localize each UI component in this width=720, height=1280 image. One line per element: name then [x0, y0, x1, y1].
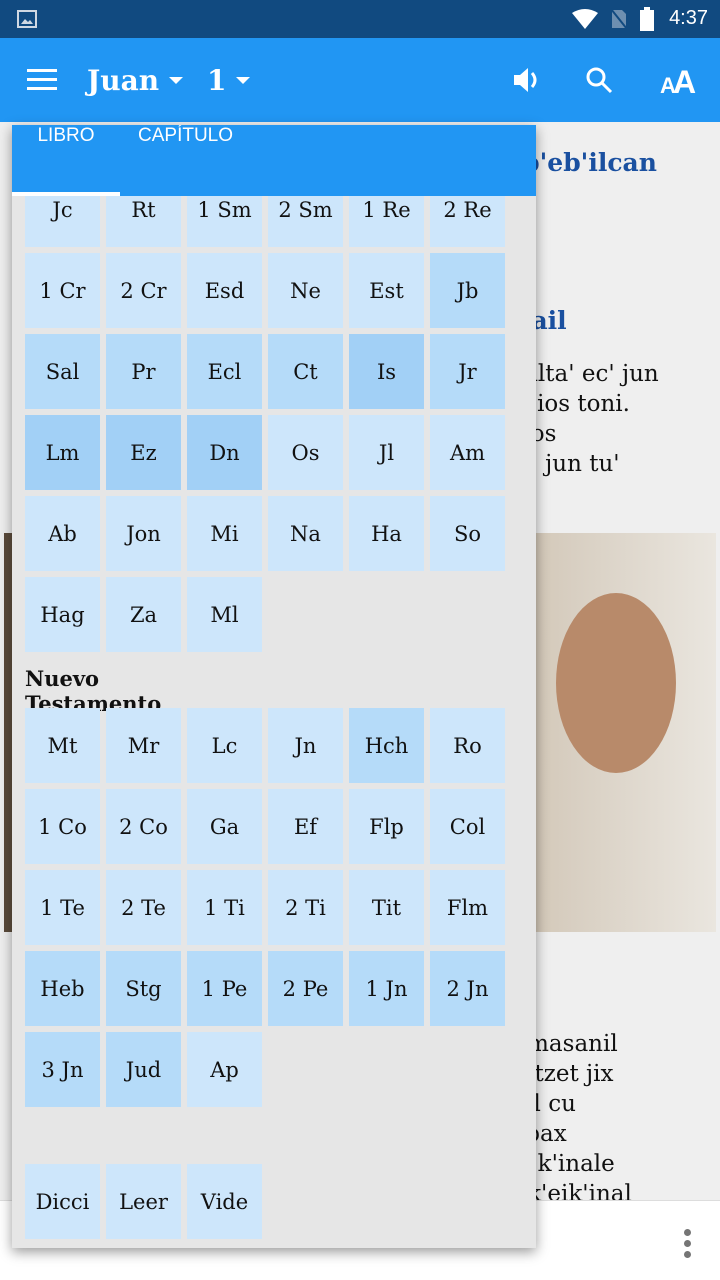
font-size-icon: AA — [660, 65, 696, 95]
book-tile[interactable]: Vide — [187, 1164, 262, 1239]
book-tile[interactable]: Ro — [430, 708, 505, 783]
book-tile[interactable]: Flp — [349, 789, 424, 864]
volume-icon — [514, 68, 537, 92]
menu-icon — [27, 69, 57, 90]
book-tile[interactable]: Flm — [430, 870, 505, 945]
book-tile[interactable]: Lm — [25, 415, 100, 490]
book-tile[interactable]: Jud — [106, 1032, 181, 1107]
book-tile[interactable]: Jon — [106, 496, 181, 571]
book-tile[interactable]: Leer — [106, 1164, 181, 1239]
book-tile[interactable]: Mi — [187, 496, 262, 571]
book-tile[interactable]: 1 Jn — [349, 951, 424, 1026]
search-button[interactable] — [585, 38, 613, 122]
book-tile[interactable]: Ne — [268, 253, 343, 328]
book-tile[interactable]: Am — [430, 415, 505, 490]
book-tile[interactable]: Ez — [106, 415, 181, 490]
book-tile[interactable]: Sal — [25, 334, 100, 409]
picker-tabs: LIBRO CAPÍTULO — [12, 125, 536, 196]
book-tile[interactable]: Jl — [349, 415, 424, 490]
book-tile[interactable]: Ga — [187, 789, 262, 864]
book-tile[interactable]: 1 Te — [25, 870, 100, 945]
more-options-icon[interactable] — [684, 1229, 692, 1262]
book-tile[interactable]: Jn — [268, 708, 343, 783]
book-tile[interactable]: Dicci — [25, 1164, 100, 1239]
book-picker-panel: LIBRO CAPÍTULO Jc Rt 1 Sm 2 Sm 1 Re 2 Re 1 Cr 2… — [12, 125, 536, 1248]
book-tile[interactable]: Hag — [25, 577, 100, 652]
audio-button[interactable] — [512, 38, 544, 122]
book-tile[interactable]: 1 Co — [25, 789, 100, 864]
book-tile[interactable]: 2 Co — [106, 789, 181, 864]
book-tile[interactable]: 2 Pe — [268, 951, 343, 1026]
book-title: Juan — [87, 63, 160, 97]
book-tile[interactable]: 3 Jn — [25, 1032, 100, 1107]
book-tile[interactable]: Pr — [106, 334, 181, 409]
book-tile[interactable]: 1 Ti — [187, 870, 262, 945]
book-tile[interactable]: 1 Cr — [25, 253, 100, 328]
book-tile[interactable]: 2 Cr — [106, 253, 181, 328]
font-size-button[interactable]: AA — [660, 38, 696, 122]
book-tile[interactable]: Na — [268, 496, 343, 571]
book-tile[interactable]: Jr — [430, 334, 505, 409]
svg-text:A: A — [673, 65, 696, 95]
book-tile[interactable]: Hch — [349, 708, 424, 783]
book-tile[interactable]: Ecl — [187, 334, 262, 409]
book-tile[interactable]: Ml — [187, 577, 262, 652]
battery-icon — [640, 7, 654, 31]
book-tile[interactable]: Esd — [187, 253, 262, 328]
chapter-selector[interactable]: 1 — [207, 38, 251, 122]
book-tile[interactable]: Jb — [430, 253, 505, 328]
book-tile[interactable]: Za — [106, 577, 181, 652]
image-icon — [17, 10, 37, 28]
book-tile[interactable]: Mt — [25, 708, 100, 783]
book-tile[interactable]: Os — [268, 415, 343, 490]
book-tile[interactable]: Ap — [187, 1032, 262, 1107]
book-tile[interactable]: Tit — [349, 870, 424, 945]
book-tile[interactable]: So — [430, 496, 505, 571]
tab-libro[interactable]: LIBRO — [12, 125, 120, 196]
clock: 4:37 — [669, 7, 708, 29]
chevron-down-icon — [236, 76, 251, 84]
book-tile[interactable]: Est — [349, 253, 424, 328]
book-tile[interactable]: Dn — [187, 415, 262, 490]
book-tile[interactable]: Heb — [25, 951, 100, 1026]
book-tile[interactable]: Stg — [106, 951, 181, 1026]
search-icon — [586, 67, 613, 94]
book-tile[interactable]: 2 Jn — [430, 951, 505, 1026]
chapter-number: 1 — [207, 63, 227, 97]
book-tile[interactable]: 1 Pe — [187, 951, 262, 1026]
book-tile[interactable]: Ha — [349, 496, 424, 571]
book-tile[interactable]: Ef — [268, 789, 343, 864]
no-sim-icon — [610, 8, 628, 30]
app-toolbar: Juan 1 AA — [0, 38, 720, 122]
wifi-icon — [572, 9, 598, 29]
book-tile[interactable]: Lc — [187, 708, 262, 783]
book-tile[interactable]: Ct — [268, 334, 343, 409]
status-bar: 4:37 — [0, 0, 720, 38]
book-tile[interactable]: Mr — [106, 708, 181, 783]
chevron-down-icon — [169, 76, 184, 84]
book-tile[interactable]: Is — [349, 334, 424, 409]
book-tile[interactable]: Ab — [25, 496, 100, 571]
book-selector[interactable]: Juan — [87, 38, 184, 122]
book-tile[interactable]: 2 Ti — [268, 870, 343, 945]
menu-button[interactable] — [27, 38, 57, 122]
book-tile[interactable]: 2 Te — [106, 870, 181, 945]
tab-capitulo[interactable]: CAPÍTULO — [138, 125, 233, 196]
book-tile[interactable]: Col — [430, 789, 505, 864]
